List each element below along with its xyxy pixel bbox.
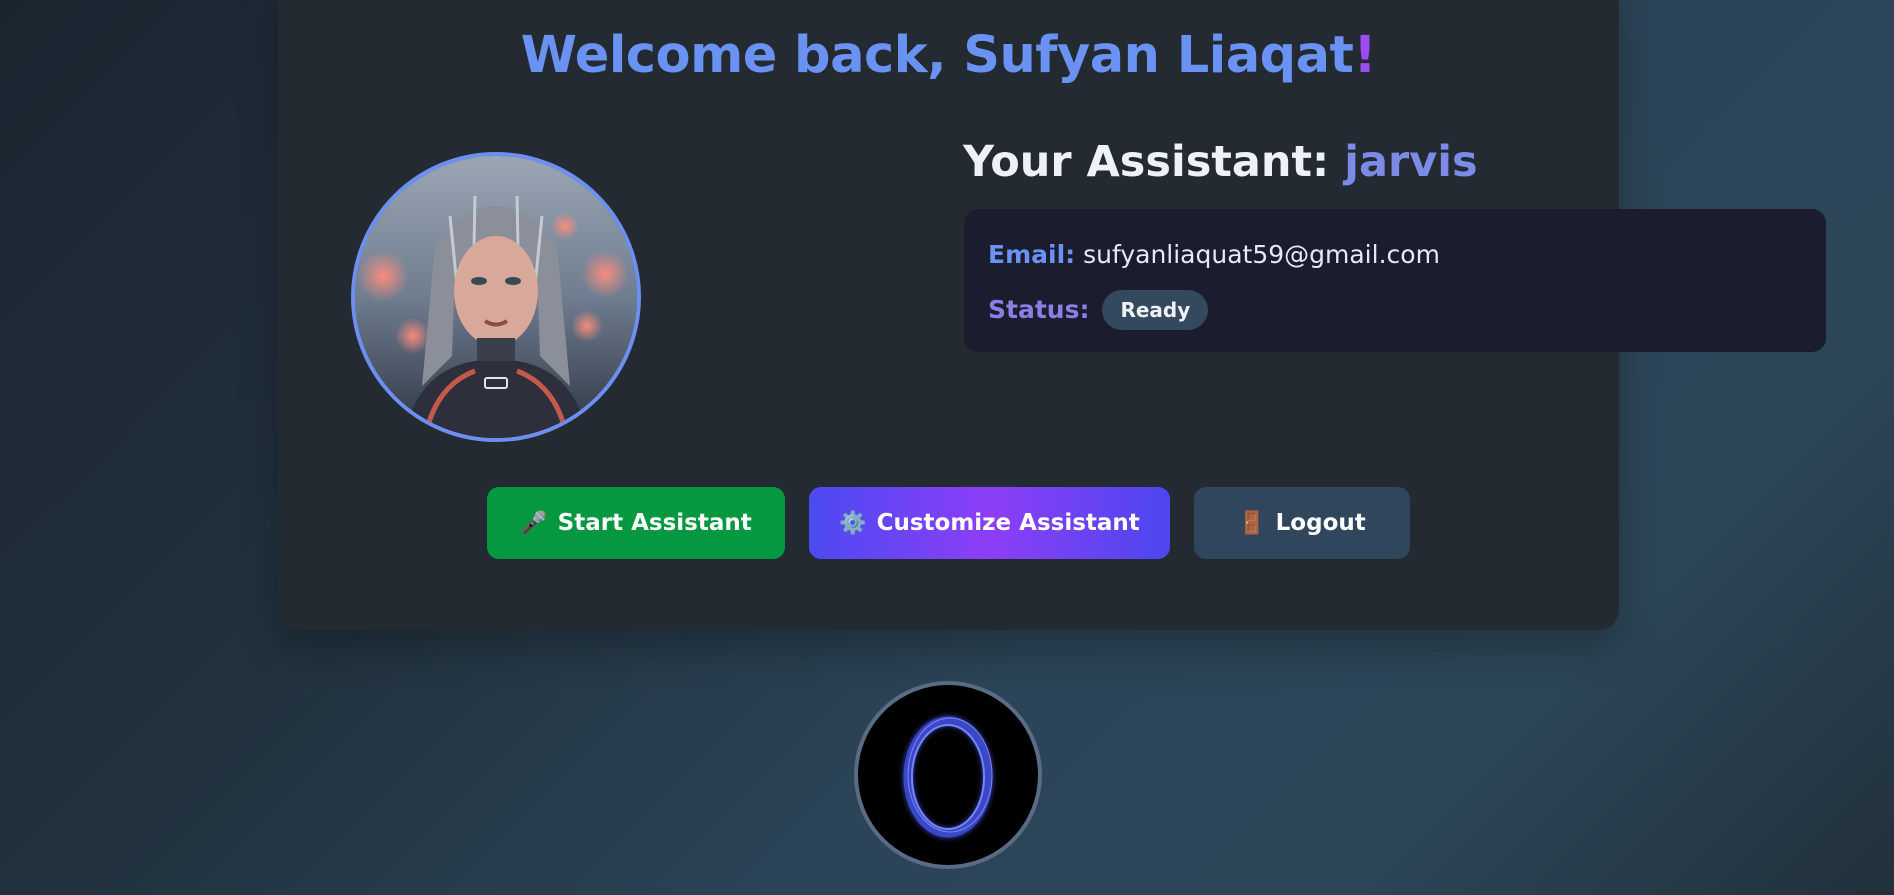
welcome-user-name: Sufyan Liaqat bbox=[963, 26, 1354, 85]
status-row: Status: Ready bbox=[988, 290, 1209, 330]
assistant-name: jarvis bbox=[1344, 137, 1478, 187]
door-icon: 🚪 bbox=[1238, 510, 1266, 536]
status-label: Status: bbox=[988, 295, 1090, 324]
start-assistant-label: Start Assistant bbox=[557, 510, 752, 536]
welcome-heading: Welcome back, Sufyan Liaqat! bbox=[278, 6, 1619, 106]
gear-icon: ⚙️ bbox=[839, 510, 867, 536]
email-label: Email: bbox=[988, 240, 1076, 269]
logout-label: Logout bbox=[1275, 510, 1366, 536]
welcome-prefix: Welcome back, bbox=[520, 26, 964, 85]
start-assistant-button[interactable]: 🎤 Start Assistant bbox=[487, 487, 785, 559]
assistant-avatar bbox=[351, 152, 641, 442]
email-row: Email: sufyanliaquat59@gmail.com bbox=[988, 237, 1440, 273]
assistant-orb[interactable] bbox=[854, 681, 1042, 869]
welcome-suffix: ! bbox=[1353, 26, 1377, 85]
customize-assistant-button[interactable]: ⚙️ Customize Assistant bbox=[809, 487, 1170, 559]
profile-info-box: Email: sufyanliaquat59@gmail.com Status:… bbox=[964, 209, 1826, 352]
customize-assistant-label: Customize Assistant bbox=[876, 510, 1140, 536]
avatar-portrait-image bbox=[355, 156, 637, 438]
logout-button[interactable]: 🚪 Logout bbox=[1194, 487, 1410, 559]
assistant-heading-label: Your Assistant: bbox=[963, 137, 1345, 187]
glowing-ring-icon bbox=[903, 716, 993, 838]
email-value: sufyanliaquat59@gmail.com bbox=[1083, 240, 1440, 269]
microphone-icon: 🎤 bbox=[520, 510, 548, 536]
assistant-heading: Your Assistant: jarvis bbox=[963, 130, 1478, 194]
status-badge: Ready bbox=[1102, 290, 1209, 330]
